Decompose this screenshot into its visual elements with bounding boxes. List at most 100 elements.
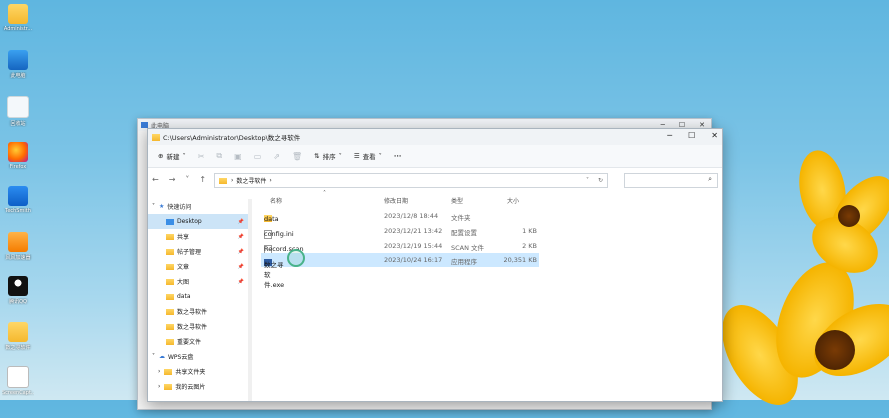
file-row[interactable]: Record.scan 2023/12/19 15:44 SCAN 文件 2 K…	[261, 239, 539, 254]
copy-icon[interactable]: ⧉	[216, 151, 222, 161]
chevron-right-icon[interactable]: ›	[158, 368, 160, 375]
breadcrumb[interactable]: 数之寻软件	[236, 176, 266, 185]
pin-icon: 📌	[237, 218, 244, 225]
column-headers: 名称 ˄ 修改日期 类型 大小	[261, 190, 539, 207]
folder-icon	[166, 233, 174, 240]
desktop-icon	[166, 218, 174, 225]
explorer-window[interactable]: C:\Users\Administrator\Desktop\数之寻软件 ─ ☐…	[147, 128, 723, 402]
nav-item-desktop[interactable]: Desktop 📌	[148, 214, 248, 229]
desktop-icon-admin[interactable]: Administr...	[2, 4, 34, 32]
file-date: 2023/10/24 16:17	[384, 256, 443, 264]
desktop-icon-label: Administr...	[3, 26, 33, 32]
nav-item[interactable]: data	[148, 289, 248, 304]
folder-icon	[152, 133, 160, 141]
view-label: 查看	[362, 153, 376, 161]
column-type[interactable]: 类型	[451, 196, 463, 205]
minimize-button[interactable]: ─	[667, 131, 672, 140]
star-icon: ★	[159, 203, 165, 210]
nav-item-label: data	[177, 293, 191, 300]
sort-icon: ⇅	[314, 152, 320, 160]
cut-icon[interactable]: ✂	[198, 152, 205, 161]
file-row[interactable]: config.ini 2023/12/21 13:42 配置设置 1 KB	[261, 224, 539, 239]
address-bar[interactable]: › 数之寻软件 › ˅ ↻	[214, 173, 608, 188]
techsmith-icon	[8, 186, 28, 206]
nav-item-label: 数之寻软件	[177, 324, 208, 331]
file-name-text: data	[264, 215, 279, 223]
chevron-down-icon[interactable]: ˅	[586, 177, 589, 184]
desktop-icon-label: 数之寻软件	[5, 345, 31, 351]
refresh-icon[interactable]: ↻	[598, 177, 603, 184]
nav-item-label: 数之寻软件	[177, 309, 208, 316]
nav-quick-access[interactable]: ˅ ★ 快速访问	[148, 199, 248, 214]
folder-icon	[166, 263, 174, 270]
desktop-icon-firefox[interactable]: Firefox	[2, 142, 34, 170]
nav-item[interactable]: 大图 📌	[148, 274, 248, 289]
nav-item[interactable]: 文章 📌	[148, 259, 248, 274]
delete-icon[interactable]: 🗑	[292, 152, 302, 161]
file-size: 2 KB	[522, 242, 537, 250]
folder-icon	[166, 248, 174, 255]
desktop-icon-folder[interactable]: 数之寻软件	[2, 322, 34, 351]
close-button[interactable]: ✕	[711, 131, 718, 140]
folder-icon	[166, 323, 174, 330]
new-button[interactable]: ⊕ 新建 ˅	[158, 151, 186, 161]
sort-up-icon: ˄	[323, 190, 326, 197]
firefox-icon	[8, 142, 28, 162]
share-icon[interactable]: ⇗	[273, 152, 280, 161]
paste-icon[interactable]: ▣	[234, 152, 242, 161]
more-button[interactable]: ···	[394, 152, 401, 160]
chevron-right-icon[interactable]: ›	[158, 383, 160, 390]
column-size[interactable]: 大小	[507, 196, 519, 205]
desktop-icon-label: Firefox	[9, 164, 27, 170]
breadcrumb-separator: ›	[269, 177, 272, 184]
folder-icon	[166, 293, 174, 300]
chevron-down-icon[interactable]: ˅	[152, 203, 155, 210]
file-type: SCAN 文件	[451, 244, 485, 252]
pin-icon: 📌	[237, 263, 244, 270]
desktop-icon-this-pc[interactable]: 此电脑	[2, 50, 34, 79]
folder-icon	[219, 177, 227, 184]
view-button[interactable]: ☰ 查看 ˅	[354, 151, 382, 161]
nav-scrollbar[interactable]	[248, 199, 252, 401]
new-label: 新建	[166, 153, 180, 161]
up-arrow-icon[interactable]: ↑	[199, 175, 206, 184]
desktop-icon-techsmith[interactable]: TechSmith	[2, 186, 34, 214]
folder-icon	[164, 383, 173, 390]
folder-icon	[164, 368, 173, 375]
sort-label: 排序	[322, 153, 336, 161]
desktop: { "desktop": { "icons": [ {"label": "Adm…	[0, 0, 889, 418]
forward-arrow-icon[interactable]: →	[169, 175, 176, 184]
column-date[interactable]: 修改日期	[384, 196, 408, 205]
desktop-icon-label: 风风加速器	[5, 255, 31, 261]
maximize-button[interactable]: ☐	[688, 131, 695, 140]
nav-item-label: 重要文件	[177, 339, 202, 346]
desktop-icon-recycle-bin[interactable]: 回收站	[2, 96, 34, 127]
desktop-icon-label: 回收站	[10, 121, 26, 127]
file-row[interactable]: data 2023/12/8 18:44 文件夹	[261, 209, 539, 223]
chevron-down-icon[interactable]: ˅	[152, 353, 155, 360]
nav-item[interactable]: › 我的云图片	[148, 379, 248, 394]
desktop-icon-label: TechSmith	[5, 208, 31, 214]
chevron-down-icon: ˅	[182, 152, 186, 160]
file-type: 文件夹	[451, 214, 471, 222]
nav-item[interactable]: › 共享文件夹	[148, 364, 248, 379]
desktop-icon-screencapture[interactable]: ScreenCapt...	[2, 366, 34, 396]
document-icon	[7, 366, 29, 388]
nav-item[interactable]: 帖子管理 📌	[148, 244, 248, 259]
nav-item[interactable]: 重要文件	[148, 334, 248, 349]
nav-item[interactable]: 数之寻软件	[148, 304, 248, 319]
chevron-down-icon[interactable]: ˅	[185, 175, 189, 184]
desktop-icon-app[interactable]: 风风加速器	[2, 232, 34, 261]
nav-item[interactable]: 数之寻软件	[148, 319, 248, 334]
nav-item[interactable]: 共享 📌	[148, 229, 248, 244]
sort-button[interactable]: ⇅ 排序 ˅	[314, 151, 342, 161]
back-arrow-icon[interactable]: ←	[152, 175, 159, 184]
nav-wps-cloud[interactable]: ˅ ☁ WPS云盘	[148, 349, 248, 364]
cloud-icon: ☁	[159, 353, 165, 360]
desktop-icon-qq[interactable]: 腾讯QQ	[2, 276, 34, 305]
folder-icon	[166, 338, 174, 345]
file-type: 配置设置	[451, 229, 477, 237]
search-input[interactable]: ⌕	[624, 173, 718, 188]
rename-icon[interactable]: ▭	[254, 152, 262, 161]
column-name[interactable]: 名称	[270, 196, 282, 205]
